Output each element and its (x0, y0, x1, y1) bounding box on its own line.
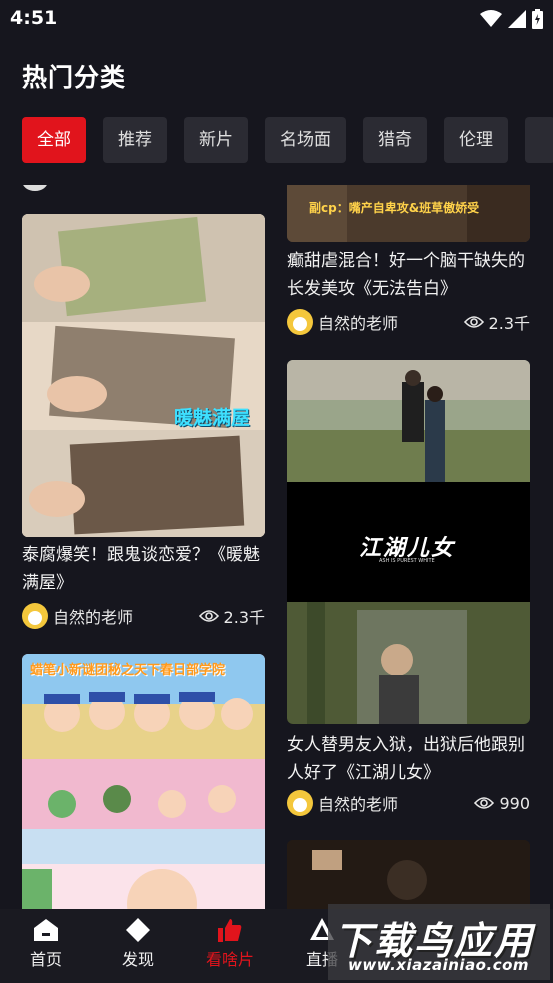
page-title: 热门分类 (22, 63, 127, 92)
eye-icon (198, 610, 219, 622)
author-name: 自然的老师 (53, 608, 134, 627)
status-bar: 4:51 (0, 0, 553, 38)
tab-recommended[interactable]: 推荐 (103, 117, 167, 163)
nav-recommend-label: 看啥片 (205, 950, 254, 969)
tab-bizarre[interactable]: 猎奇 (363, 117, 427, 163)
eye-icon (463, 316, 484, 328)
avatar (287, 790, 313, 816)
thumbnail-subcaption: ASH IS PUREST WHITE (379, 558, 435, 564)
thumbnail-art (287, 840, 530, 909)
view-count-value: 990 (499, 793, 530, 813)
watermark: 下载鸟应用 www.xiazainiao.com (328, 904, 550, 980)
author[interactable]: 自然的老师 (287, 309, 398, 335)
thumbnail-caption: 蜡笔小新谜团秘之天下春日部学院 (30, 663, 226, 678)
nav-home[interactable]: 首页 (0, 909, 92, 983)
home-icon (33, 917, 59, 943)
view-count-value: 2.3千 (488, 314, 530, 333)
status-icons (480, 9, 543, 29)
author[interactable]: 自然的老师 (287, 790, 398, 816)
status-time: 4:51 (10, 7, 58, 29)
eye-icon (474, 797, 495, 809)
view-count-value: 2.3千 (223, 608, 265, 627)
avatar (287, 309, 313, 335)
video-meta: 自然的老师 990 (287, 790, 530, 816)
author-name: 自然的老师 (318, 314, 399, 333)
tab-famous-scenes[interactable]: 名场面 (265, 117, 346, 163)
view-count: 2.3千 (463, 310, 530, 334)
video-feed[interactable]: 暖魅满屋 泰腐爆笑！跟鬼谈恋爱？《暖魅满屋》 自然的老师 2.3千 蜡笔小新谜团… (0, 185, 553, 909)
thumbnail-art (22, 654, 265, 909)
view-count: 2.3千 (198, 604, 265, 628)
video-thumbnail[interactable]: 暖魅满屋 (22, 214, 265, 537)
tab-ethics[interactable]: 伦理 (444, 117, 508, 163)
tab-more-partial[interactable] (525, 117, 553, 163)
nav-discover[interactable]: 发现 (92, 909, 184, 983)
video-thumbnail[interactable]: 江湖儿女 ASH IS PUREST WHITE (287, 360, 530, 724)
wifi-icon (480, 10, 502, 27)
avatar (22, 603, 48, 629)
partial-avatar (22, 185, 48, 191)
video-meta: 自然的老师 2.3千 (22, 603, 265, 629)
video-thumbnail[interactable]: 蜡笔小新谜团秘之天下春日部学院 (22, 654, 265, 909)
thumbnail-caption: 副cp：嘴产自卑攻&班草傲娇受 (309, 201, 480, 215)
signal-icon (508, 10, 526, 28)
watermark-url: www.xiazainiao.com (348, 956, 530, 974)
nav-discover-label: 发现 (121, 950, 154, 969)
video-title[interactable]: 癫甜虐混合！好一个脑干缺失的长发美攻《无法告白》 (287, 247, 530, 303)
author-name: 自然的老师 (318, 795, 399, 814)
category-tabs: 全部 推荐 新片 名场面 猎奇 伦理 (22, 117, 553, 163)
tab-all[interactable]: 全部 (22, 117, 86, 163)
view-count: 990 (474, 794, 530, 813)
author[interactable]: 自然的老师 (22, 603, 133, 629)
thumbnail-art (22, 214, 265, 537)
video-thumbnail[interactable]: 副cp：嘴产自卑攻&班草傲娇受 (287, 185, 530, 242)
battery-icon (532, 9, 543, 29)
video-title[interactable]: 女人替男友入狱，出狱后他跟别人好了《江湖儿女》 (287, 731, 530, 787)
video-title[interactable]: 泰腐爆笑！跟鬼谈恋爱？《暖魅满屋》 (22, 541, 265, 597)
video-meta: 自然的老师 2.3千 (287, 309, 530, 335)
thumbnail-caption: 暖魅满屋 (174, 407, 251, 429)
discover-icon (125, 917, 151, 943)
video-thumbnail[interactable] (287, 840, 530, 909)
thumbs-up-icon (217, 917, 243, 943)
tab-new[interactable]: 新片 (184, 117, 248, 163)
nav-recommend[interactable]: 看啥片 (184, 909, 276, 983)
nav-home-label: 首页 (29, 950, 62, 969)
